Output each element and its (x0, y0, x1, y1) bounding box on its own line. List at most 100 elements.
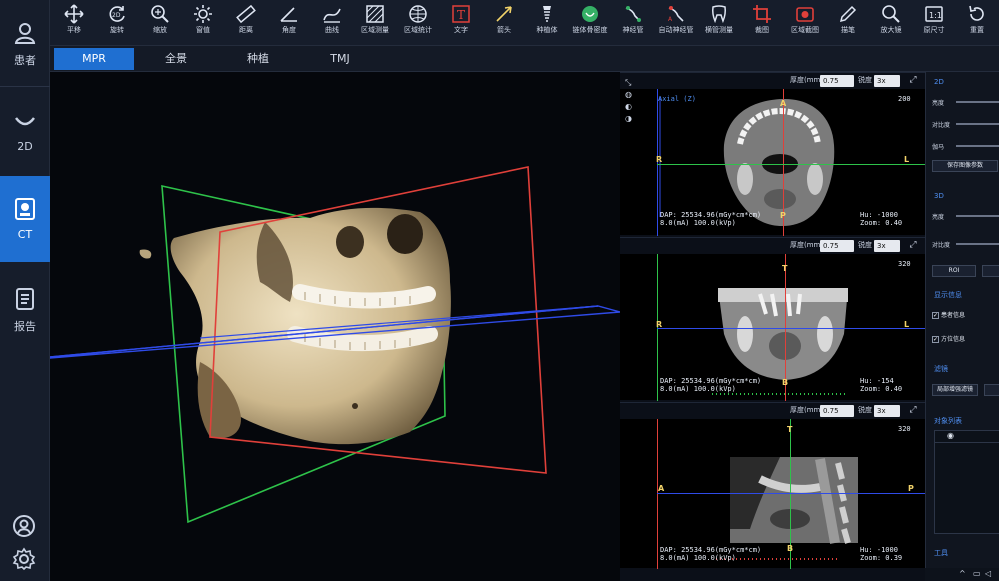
slice-number: 320 (898, 260, 911, 268)
contrast-slider[interactable] (956, 123, 999, 125)
area-measure-icon (366, 5, 384, 23)
expand-icon[interactable]: ⤢ (907, 74, 919, 86)
mpr-view-sagittal[interactable]: 厚度(mm) 0.75 锐度 3x ⤢ 320 T B A P DAP: 255… (620, 402, 925, 569)
tool-implant[interactable]: 种植体 (527, 2, 567, 42)
roi-button[interactable]: ROI (932, 265, 976, 277)
orientation-bottom: B (787, 544, 794, 553)
network-icon[interactable]: ▭ (973, 569, 981, 578)
orientation-right: L (904, 320, 910, 329)
volume-icon[interactable]: ◁ (985, 569, 991, 578)
zoom-readout: Zoom: 0.40 (860, 219, 903, 227)
brightness-slider[interactable] (956, 101, 999, 103)
tab-panorama[interactable]: 全景 (136, 48, 216, 70)
sharpness-select[interactable]: 3x (874, 240, 900, 252)
tool-reset[interactable]: 重置 (957, 2, 997, 42)
ct-icon (15, 198, 35, 220)
gamma-label: 伽马 (932, 144, 945, 151)
text-icon: T (452, 5, 470, 23)
thickness-select[interactable]: 0.75 (820, 75, 854, 87)
palette-icon[interactable]: ◍ (625, 89, 637, 101)
settings-icon[interactable] (12, 547, 36, 571)
mpr-view-coronal[interactable]: 厚度(mm) 0.75 锐度 3x ⤢ 320 T B R L DAP: 255… (620, 237, 925, 401)
crop-icon (753, 5, 771, 23)
orientation-info-checkbox[interactable]: ✓ 方位信息 (932, 334, 965, 343)
sidebar-item-patient[interactable]: 患者 (0, 0, 50, 86)
tool-pen[interactable]: 描笔 (828, 2, 868, 42)
volume-3d-view[interactable] (50, 72, 620, 581)
filter-icon[interactable]: ◐ (625, 101, 637, 113)
tool-text[interactable]: T 文字 (441, 2, 481, 42)
tool-region-capture[interactable]: 区域截图 (785, 2, 825, 42)
tab-mpr[interactable]: MPR (54, 48, 134, 70)
eye-icon[interactable]: ◉ (947, 431, 954, 440)
axial-crosshair[interactable] (657, 493, 925, 494)
thickness-select[interactable]: 0.75 (820, 405, 854, 417)
tool-angle[interactable]: 角度 (269, 2, 309, 42)
expand-icon[interactable]: ⤢ (907, 404, 919, 416)
sidebar-item-report[interactable]: 报告 (0, 266, 50, 352)
auto-nerve-icon: A (668, 6, 684, 23)
sidebar-item-ct[interactable]: CT (0, 176, 50, 262)
tool-magnifier[interactable]: 放大镜 (871, 2, 911, 42)
sidebar-item-2d[interactable]: 2D (0, 88, 50, 174)
filter-option-button[interactable] (984, 384, 999, 396)
contrast-3d-slider[interactable] (956, 243, 999, 245)
local-enhance-filter-button[interactable]: 局部增强滤镜 (932, 384, 978, 396)
tools-section-title: 工具 (934, 549, 948, 557)
contrast-icon[interactable]: ◑ (625, 113, 637, 125)
contrast-label: 对比度 (932, 122, 951, 129)
patient-info-checkbox[interactable]: ✓ 患者信息 (932, 310, 965, 319)
tool-rotate[interactable]: 2D 旋转 (97, 2, 137, 42)
sidebar-item-label: 2D (17, 140, 33, 153)
sharpness-select[interactable]: 3x (874, 405, 900, 417)
implant-icon (543, 6, 551, 22)
mpr-view-axial[interactable]: 厚度(mm) 0.75 锐度 3x ⤢ Axial (Z) 200 A P R … (620, 72, 925, 236)
save-image-params-button[interactable]: 保存图像参数 (932, 160, 998, 172)
crop-3d-button[interactable] (982, 265, 999, 277)
tool-area-measure[interactable]: 区域测量 (355, 2, 395, 42)
tool-pan[interactable]: 平移 (54, 2, 94, 42)
actual-size-icon: 1:1 (925, 6, 943, 22)
tray-caret-icon[interactable]: ^ (959, 569, 966, 578)
nerve-canal-icon (625, 6, 641, 22)
orientation-left: R (656, 155, 663, 164)
left-sidebar: 患者 2D CT 报告 (0, 0, 50, 581)
volume-render-canvas[interactable] (50, 72, 620, 581)
brightness-3d-slider[interactable] (956, 215, 999, 217)
orientation-info-label: 方位信息 (941, 336, 966, 343)
slice-number: 320 (898, 425, 911, 433)
report-icon (16, 288, 34, 310)
tool-crop[interactable]: 裁图 (742, 2, 782, 42)
tool-actual-size[interactable]: 1:1 原尺寸 (914, 2, 954, 42)
sharpness-select[interactable]: 3x (874, 75, 900, 87)
collapse-icon[interactable]: ⤡ (625, 77, 637, 89)
object-list[interactable]: ◉ (934, 430, 999, 534)
sagittal-crosshair[interactable] (657, 164, 925, 165)
tool-area-stat[interactable]: 区域统计 (398, 2, 438, 42)
tool-distance[interactable]: 距离 (226, 2, 266, 42)
axial-crosshair[interactable] (657, 328, 925, 329)
tool-window-level[interactable]: 窗值 (183, 2, 223, 42)
tab-tmj[interactable]: TMJ (300, 48, 380, 70)
tool-auto-nerve[interactable]: A 自动神经管 (656, 2, 696, 42)
tool-nerve-canal[interactable]: 神经管 (613, 2, 653, 42)
tool-zoom[interactable]: 缩放 (140, 2, 180, 42)
tool-label: 重置 (970, 26, 984, 34)
svg-text:2D: 2D (112, 12, 121, 19)
tool-curve[interactable]: 曲线 (312, 2, 352, 42)
section-filter-title: 滤镜 (934, 365, 948, 373)
skull-volume-rendering (139, 207, 451, 445)
thickness-select[interactable]: 0.75 (820, 240, 854, 252)
section-display-title: 显示信息 (934, 291, 962, 299)
expand-icon[interactable]: ⤢ (907, 239, 919, 251)
zoom-icon (151, 5, 169, 23)
tool-bone-density[interactable]: 链体骨密度 (570, 2, 610, 42)
panoramic-2d-icon (15, 117, 35, 126)
tool-arrow[interactable]: 箭头 (484, 2, 524, 42)
tab-implant[interactable]: 种植 (218, 48, 298, 70)
gamma-slider[interactable] (956, 145, 999, 147)
tool-tooth-measure[interactable]: 横管测量 (699, 2, 739, 42)
right-settings-panel: 2D 亮度 对比度 伽马 保存图像参数 3D 亮度 对比度 ROI 显示信息 ✓… (925, 72, 999, 581)
exposure-readout: 8.0(mA) 100.0(kVp) (660, 385, 736, 393)
user-icon[interactable] (12, 514, 36, 538)
